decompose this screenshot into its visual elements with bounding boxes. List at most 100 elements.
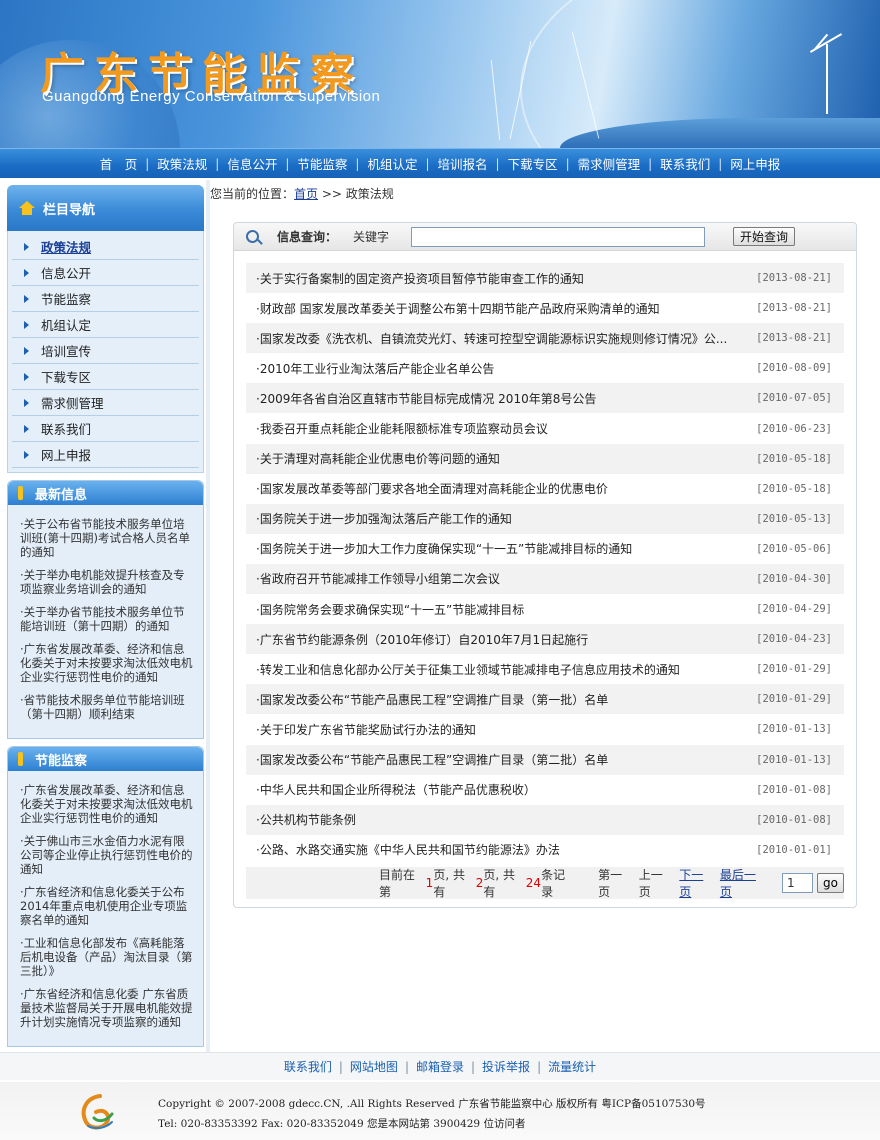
article-row[interactable]: ·国家发改委《洗衣机、自镇流荧光灯、转速可控型空调能源标识实施规则修订情况》公.… bbox=[246, 323, 844, 354]
list-item[interactable]: ·广东省经济和信息化委 广东省质量技术监督局关于开展电机能效提升计划实施情况专项… bbox=[20, 987, 195, 1029]
article-title-link[interactable]: ·关于印发广东省节能奖励试行办法的通知 bbox=[256, 721, 476, 738]
article-row[interactable]: ·国务院常务会要求确保实现“十一五”节能减排目标 [2010-04-29] bbox=[246, 594, 844, 624]
nav-item-demand[interactable]: 需求侧管理 bbox=[570, 154, 649, 173]
prev-page-link: 上一页 bbox=[638, 868, 663, 899]
nav-item-unit-cert[interactable]: 机组认定 bbox=[359, 154, 425, 173]
nav-item-training[interactable]: 培训报名 bbox=[430, 154, 496, 173]
article-title-link[interactable]: ·国家发改委公布“节能产品惠民工程”空调推广目录（第二批）名单 bbox=[256, 751, 608, 768]
nav-item-home[interactable]: 首 页 bbox=[92, 154, 146, 173]
sidebar-item-supervision[interactable]: 节能监察 bbox=[12, 286, 199, 312]
pager-text: 条记录 bbox=[541, 868, 566, 899]
list-item[interactable]: ·工业和信息化部发布《高耗能落后机电设备（产品）淘汰目录（第三批）》 bbox=[20, 936, 195, 978]
article-date: [2010-01-13] bbox=[756, 753, 832, 766]
page-number-input[interactable]: 1 bbox=[782, 873, 814, 893]
go-button[interactable]: go bbox=[817, 873, 844, 893]
arrow-right-icon bbox=[24, 242, 29, 251]
article-title-link[interactable]: ·国务院关于进一步加大工作力度确保实现“十一五”节能减排目标的通知 bbox=[256, 540, 632, 557]
arrow-right-icon bbox=[24, 398, 29, 407]
breadcrumb-separator: >> bbox=[321, 187, 342, 201]
list-item[interactable]: ·关于佛山市三水金佰力水泥有限公司等企业停止执行惩罚性电价的通知 bbox=[20, 834, 195, 876]
list-item[interactable]: ·省节能技术服务单位节能培训班（第十四期）顺利结束 bbox=[20, 693, 195, 721]
article-row[interactable]: ·公路、水路交通实施《中华人民共和国节约能源法》办法 [2010-01-01] bbox=[246, 835, 844, 865]
list-item[interactable]: ·广东省发展改革委、经济和信息化委关于对未按要求淘汰低效电机企业实行惩罚性电价的… bbox=[20, 642, 195, 684]
article-row[interactable]: ·广东省节约能源条例（2010年修订）自2010年7月1日起施行 [2010-04… bbox=[246, 624, 844, 655]
breadcrumb-home-link[interactable]: 首页 bbox=[294, 187, 318, 201]
article-title-link[interactable]: ·国务院常务会要求确保实现“十一五”节能减排目标 bbox=[256, 601, 524, 618]
keyword-input[interactable] bbox=[411, 226, 706, 247]
footer-link-contact[interactable]: 联系我们 bbox=[277, 1058, 339, 1075]
article-row[interactable]: ·省政府召开节能减排工作领导小组第二次会议 [2010-04-30] bbox=[246, 563, 844, 595]
sidebar-item-unit-cert[interactable]: 机组认定 bbox=[12, 312, 199, 338]
article-title-link[interactable]: ·国家发改委《洗衣机、自镇流荧光灯、转速可控型空调能源标识实施规则修订情况》公.… bbox=[256, 330, 727, 347]
article-date: [2013-08-21] bbox=[756, 332, 832, 345]
article-title-link[interactable]: ·财政部 国家发展改革委关于调整公布第十四期节能产品政府采购清单的通知 bbox=[256, 300, 660, 317]
article-title-link[interactable]: ·广东省节约能源条例（2010年修订）自2010年7月1日起施行 bbox=[256, 631, 588, 648]
list-item[interactable]: ·关于公布省节能技术服务单位培训班(第十四期)考试合格人员名单的通知 bbox=[20, 517, 195, 559]
sidebar-item-online-apply[interactable]: 网上申报 bbox=[12, 442, 199, 468]
article-row[interactable]: ·国务院关于进一步加强淘汰落后产能工作的通知 [2010-05-13] bbox=[246, 503, 844, 534]
article-title-link[interactable]: ·国家发展改革委等部门要求各地全面清理对高耗能企业的优惠电价 bbox=[256, 480, 608, 497]
nav-item-contact[interactable]: 联系我们 bbox=[652, 154, 718, 173]
article-title-link[interactable]: ·2009年各省自治区直辖市节能目标完成情况 2010年第8号公告 bbox=[256, 390, 596, 407]
sidebar-item-download[interactable]: 下载专区 bbox=[12, 364, 199, 390]
article-row[interactable]: ·我委召开重点耗能企业能耗限额标准专项监察动员会议 [2010-06-23] bbox=[246, 413, 844, 443]
article-row[interactable]: ·2010年工业行业淘汰落后产能企业名单公告 [2010-08-09] bbox=[246, 353, 844, 383]
article-row[interactable]: ·财政部 国家发展改革委关于调整公布第十四期节能产品政府采购清单的通知 [2013… bbox=[246, 293, 844, 323]
keyword-label: 关键字 bbox=[353, 230, 390, 244]
article-title-link[interactable]: ·关于实行备案制的固定资产投资项目暂停节能审查工作的通知 bbox=[256, 270, 584, 287]
list-item[interactable]: ·广东省发展改革委、经济和信息化委关于对未按要求淘汰低效电机企业实行惩罚性电价的… bbox=[20, 783, 195, 825]
article-row[interactable]: ·国家发展改革委等部门要求各地全面清理对高耗能企业的优惠电价 [2010-05-1… bbox=[246, 474, 844, 504]
article-row[interactable]: ·关于印发广东省节能奖励试行办法的通知 [2010-01-13] bbox=[246, 714, 844, 744]
article-row[interactable]: ·2009年各省自治区直辖市节能目标完成情况 2010年第8号公告 [2010-0… bbox=[246, 383, 844, 414]
article-row[interactable]: ·公共机构节能条例 [2010-01-08] bbox=[246, 804, 844, 835]
supervision-box: 节能监察 ·广东省发展改革委、经济和信息化委关于对未按要求淘汰低效电机企业实行惩… bbox=[7, 746, 204, 1047]
sidebar-item-info[interactable]: 信息公开 bbox=[12, 260, 199, 286]
nav-item-online-apply[interactable]: 网上申报 bbox=[722, 154, 788, 173]
sidebar-item-training[interactable]: 培训宣传 bbox=[12, 338, 199, 364]
list-item[interactable]: ·广东省经济和信息化委关于公布2014年重点电机使用企业专项监察名单的通知 bbox=[20, 885, 195, 927]
footer-link-mail[interactable]: 邮箱登录 bbox=[409, 1058, 471, 1075]
article-row[interactable]: ·关于实行备案制的固定资产投资项目暂停节能审查工作的通知 [2013-08-21] bbox=[246, 263, 844, 294]
article-row[interactable]: ·中华人民共和国企业所得税法（节能产品优惠税收） [2010-01-08] bbox=[246, 775, 844, 805]
article-row[interactable]: ·关于清理对高耗能企业优惠电价等问题的通知 [2010-05-18] bbox=[246, 443, 844, 474]
article-title-link[interactable]: ·公路、水路交通实施《中华人民共和国节约能源法》办法 bbox=[256, 841, 560, 858]
nav-item-info[interactable]: 信息公开 bbox=[219, 154, 285, 173]
article-title-link[interactable]: ·2010年工业行业淘汰落后产能企业名单公告 bbox=[256, 360, 494, 377]
article-title-link[interactable]: ·公共机构节能条例 bbox=[256, 811, 356, 828]
nav-item-policy[interactable]: 政策法规 bbox=[149, 154, 215, 173]
nav-item-download[interactable]: 下载专区 bbox=[500, 154, 566, 173]
footer-link-sitemap[interactable]: 网站地图 bbox=[343, 1058, 405, 1075]
article-title-link[interactable]: ·国务院关于进一步加强淘汰落后产能工作的通知 bbox=[256, 510, 512, 527]
footer-link-stats[interactable]: 流量统计 bbox=[541, 1058, 603, 1075]
article-list: ·关于实行备案制的固定资产投资项目暂停节能审查工作的通知 [2013-08-21]… bbox=[246, 263, 844, 865]
article-title-link[interactable]: ·中华人民共和国企业所得税法（节能产品优惠税收） bbox=[256, 781, 536, 798]
breadcrumb-current: 政策法规 bbox=[345, 187, 394, 201]
arrow-right-icon bbox=[24, 320, 29, 329]
article-row[interactable]: ·国家发改委公布“节能产品惠民工程”空调推广目录（第二批）名单 [2010-01-… bbox=[246, 744, 844, 775]
list-item[interactable]: ·关于举办电机能效提升核查及专项监察业务培训会的通知 bbox=[20, 568, 195, 596]
article-row[interactable]: ·国家发改委公布“节能产品惠民工程”空调推广目录（第一批）名单 [2010-01-… bbox=[246, 684, 844, 715]
latest-news-title: 最新信息 bbox=[35, 487, 88, 503]
site-subtitle: Guangdong Energy Conservation & supervis… bbox=[42, 88, 381, 105]
article-title-link[interactable]: ·我委召开重点耗能企业能耗限额标准专项监察动员会议 bbox=[256, 420, 548, 437]
article-title-link[interactable]: ·省政府召开节能减排工作领导小组第二次会议 bbox=[256, 570, 500, 587]
last-page-link[interactable]: 最后一页 bbox=[720, 866, 766, 900]
article-row[interactable]: ·转发工业和信息化部办公厅关于征集工业领域节能减排电子信息应用技术的通知 [201… bbox=[246, 654, 844, 684]
next-page-link[interactable]: 下一页 bbox=[679, 866, 714, 900]
list-item[interactable]: ·关于举办省节能技术服务单位节能培训班（第十四期）的通知 bbox=[20, 605, 195, 633]
nav-item-supervision[interactable]: 节能监察 bbox=[289, 154, 355, 173]
footer-text: Copyright © 2007-2008 gdecc.CN, .All Rig… bbox=[158, 1094, 706, 1134]
supervision-title: 节能监察 bbox=[35, 753, 88, 769]
article-row[interactable]: ·国务院关于进一步加大工作力度确保实现“十一五”节能减排目标的通知 [2010-0… bbox=[246, 534, 844, 564]
article-title-link[interactable]: ·转发工业和信息化部办公厅关于征集工业领域节能减排电子信息应用技术的通知 bbox=[256, 661, 680, 678]
footer-link-complaint[interactable]: 投诉举报 bbox=[475, 1058, 537, 1075]
article-title-link[interactable]: ·关于清理对高耗能企业优惠电价等问题的通知 bbox=[256, 450, 500, 467]
sidebar-item-demand[interactable]: 需求侧管理 bbox=[12, 390, 199, 416]
article-date: [2010-05-18] bbox=[756, 452, 832, 465]
sidebar-item-contact[interactable]: 联系我们 bbox=[12, 416, 199, 442]
latest-news-box: 最新信息 ·关于公布省节能技术服务单位培训班(第十四期)考试合格人员名单的通知 … bbox=[7, 480, 204, 739]
search-icon bbox=[246, 230, 259, 243]
search-button[interactable]: 开始查询 bbox=[733, 227, 796, 246]
article-title-link[interactable]: ·国家发改委公布“节能产品惠民工程”空调推广目录（第一批）名单 bbox=[256, 691, 608, 708]
sidebar-item-policy[interactable]: 政策法规 bbox=[12, 234, 199, 260]
